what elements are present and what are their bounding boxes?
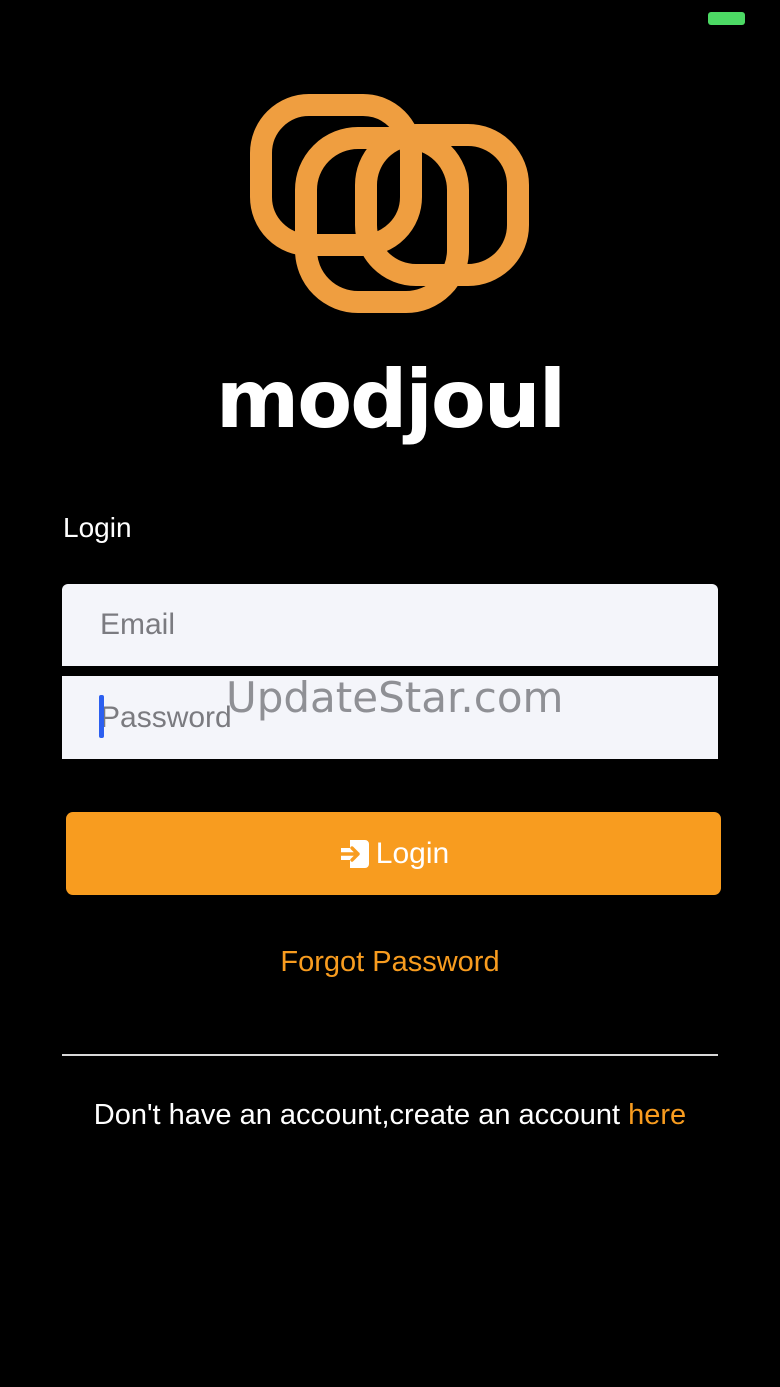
login-button-label: Login [375, 836, 450, 870]
brand-logo-icon [250, 94, 529, 313]
email-field-container [62, 584, 718, 666]
password-field-container [62, 676, 718, 759]
signup-prompt: Don't have an account,create an account … [0, 1095, 780, 1135]
brand-name: modjoul [215, 353, 566, 446]
forgot-password-link[interactable]: Forgot Password [0, 942, 780, 982]
password-field[interactable] [100, 676, 718, 759]
text-cursor [99, 695, 104, 738]
divider [62, 1054, 718, 1056]
signup-text: Don't have an account,create an account [93, 1099, 629, 1131]
battery-icon [708, 12, 745, 25]
signup-here-link[interactable]: here [628, 1099, 686, 1131]
login-arrow-icon [338, 839, 369, 868]
login-button[interactable]: Login [66, 812, 721, 895]
login-title: Login [63, 512, 132, 543]
email-field[interactable] [100, 584, 718, 666]
